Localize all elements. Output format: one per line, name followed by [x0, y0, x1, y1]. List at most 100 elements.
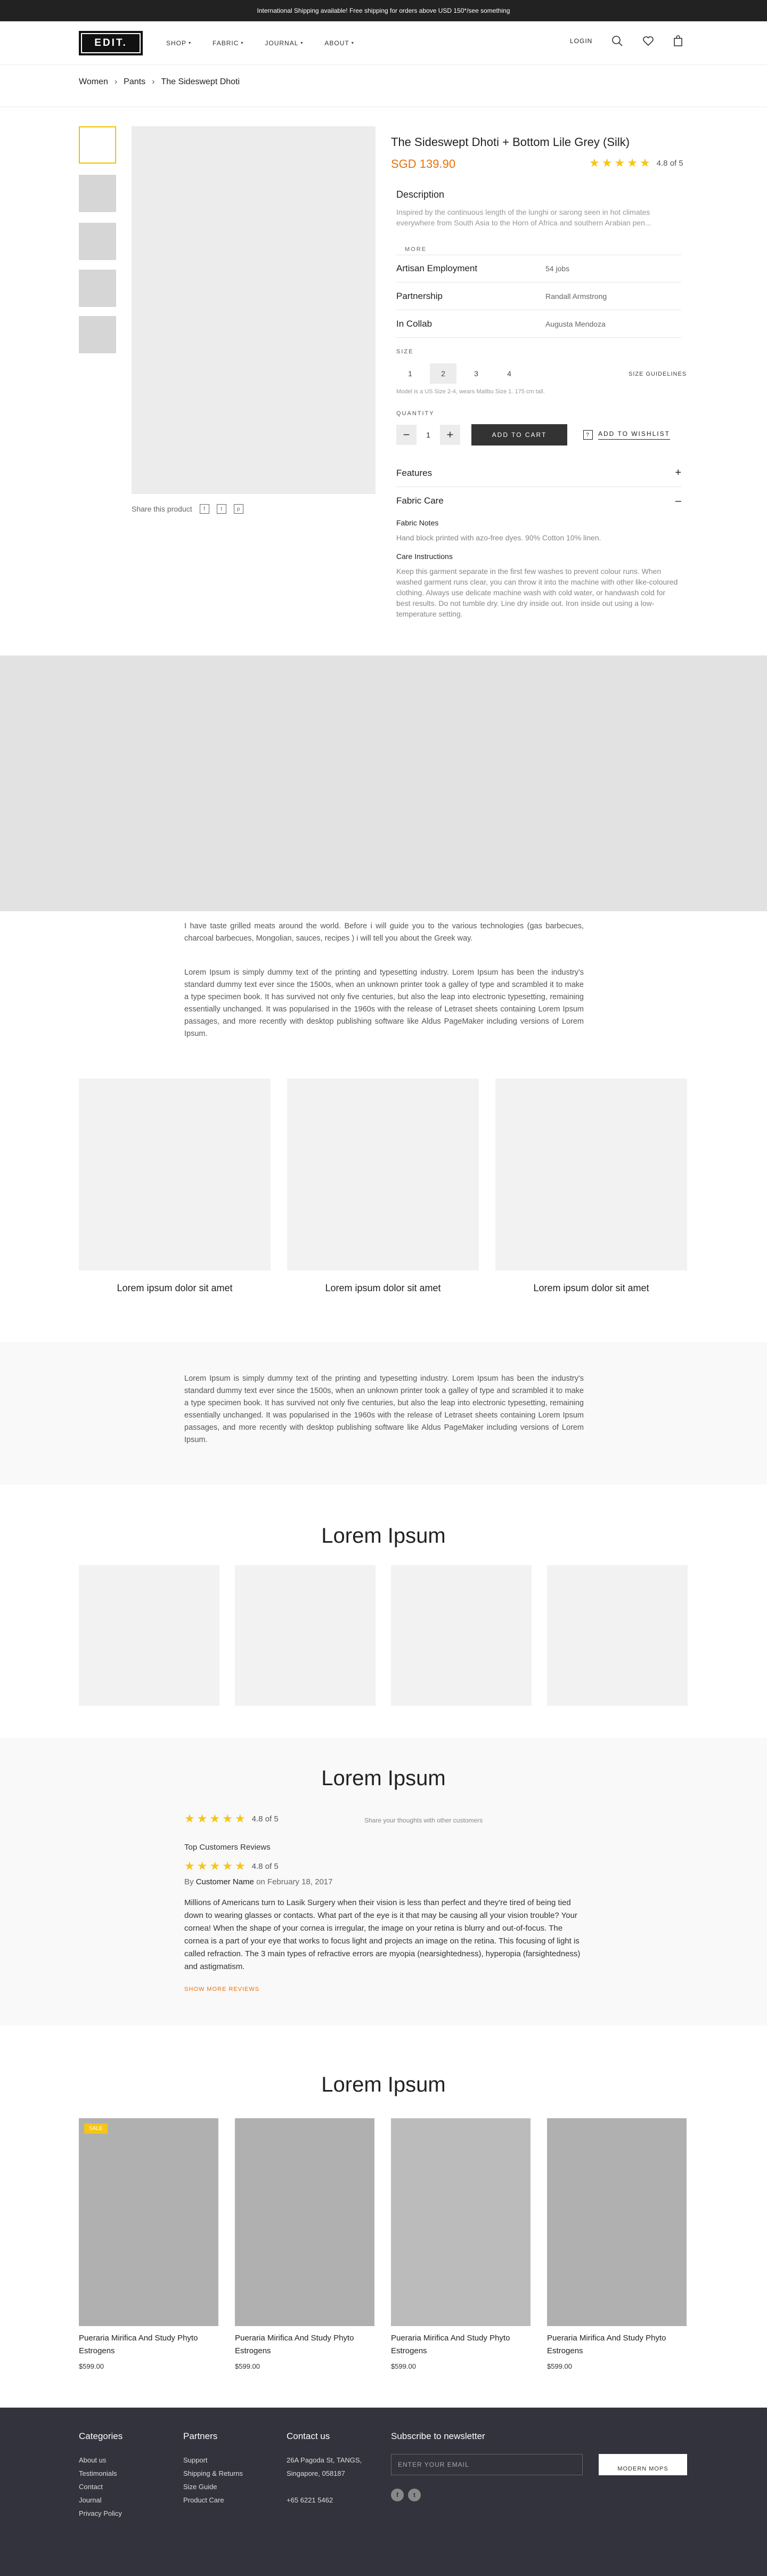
product-card-image[interactable]: [547, 2118, 687, 2326]
twitter-icon[interactable]: t: [408, 2489, 421, 2501]
footer-link[interactable]: Privacy Policy: [79, 2507, 122, 2520]
gallery-image-1[interactable]: [79, 1565, 219, 1706]
product-card-price: $599.00: [79, 2362, 104, 2370]
pinterest-icon[interactable]: p: [233, 504, 243, 514]
heart-icon[interactable]: [642, 36, 654, 46]
size-option-3[interactable]: 3: [462, 363, 490, 384]
chevron-down-icon: ▾: [189, 40, 192, 45]
footer-link[interactable]: Product Care: [183, 2493, 243, 2507]
chevron-right-icon: ›: [152, 77, 155, 86]
phone-number[interactable]: +65 6221 5462: [287, 2493, 362, 2507]
care-title: Care Instructions: [396, 552, 453, 561]
plus-button[interactable]: +: [439, 425, 460, 445]
quantity-stepper: − 1 +: [396, 424, 460, 445]
attribute-row: Partnership Randall Armstrong: [396, 282, 681, 310]
facebook-icon[interactable]: f: [391, 2489, 404, 2501]
review-text: Millions of Americans turn to Lasik Surg…: [184, 1898, 581, 1971]
main-nav: EDIT. SHOP ▾ FABRIC ▾ JOURNAL ▾ ABOUT ▾ LOGI…: [0, 21, 767, 65]
chevron-down-icon: ▾: [241, 40, 244, 45]
gallery-image-2[interactable]: [235, 1565, 376, 1706]
star-icon: ★: [627, 156, 638, 169]
breadcrumb: Women › Pants › The Sideswept Dhoti: [79, 77, 240, 87]
attribute-row: In Collab Augusta Mendoza: [396, 310, 681, 338]
share-thoughts-link[interactable]: Share your thoughts with other customers: [364, 1817, 483, 1824]
attribute-value: Augusta Mendoza: [545, 319, 606, 328]
product-card-name[interactable]: Pueraria Mirifica And Study Phyto Estrog…: [235, 2332, 374, 2358]
footer-link[interactable]: Journal: [79, 2493, 122, 2507]
product-card-name[interactable]: Pueraria Mirifica And Study Phyto Estrog…: [391, 2332, 531, 2358]
email-input[interactable]: ENTER YOUR EMAIL: [391, 2454, 583, 2475]
footer-partners-title: Partners: [183, 2431, 218, 2441]
gallery-image-3[interactable]: [391, 1565, 532, 1706]
product-card-image[interactable]: [235, 2118, 374, 2326]
search-icon[interactable]: [611, 35, 623, 47]
subscribe-button[interactable]: MODERN MOPS: [599, 2454, 687, 2475]
star-icon: ★: [197, 1859, 208, 1873]
footer-link[interactable]: Support: [183, 2453, 243, 2467]
product-main-image[interactable]: [132, 126, 376, 494]
logo[interactable]: EDIT.: [79, 31, 143, 55]
breadcrumb-pants[interactable]: Pants: [124, 77, 145, 87]
star-icon: ★: [184, 1859, 195, 1873]
add-to-wishlist-button[interactable]: ? ADD TO WISHLIST: [583, 424, 674, 445]
minus-button[interactable]: −: [396, 425, 417, 445]
menu-shop[interactable]: SHOP ▾: [166, 39, 191, 47]
band-text: Lorem Ipsum is simply dummy text of the …: [184, 1374, 584, 1444]
product-card-name[interactable]: Pueraria Mirifica And Study Phyto Estrog…: [79, 2332, 218, 2358]
star-icon: ★: [209, 1859, 221, 1873]
menu-about[interactable]: ABOUT ▾: [324, 39, 354, 47]
footer-link[interactable]: Size Guide: [183, 2480, 243, 2493]
star-icon: ★: [184, 1812, 195, 1825]
footer-partners-list: Support Shipping & Returns Size Guide Pr…: [183, 2453, 243, 2507]
menu-fabric-label: FABRIC: [213, 39, 239, 47]
star-icon: ★: [234, 1812, 246, 1825]
menu-journal[interactable]: JOURNAL ▾: [265, 39, 303, 47]
features-title: Features: [396, 467, 433, 478]
size-option-2[interactable]: 2: [429, 363, 457, 384]
review-rating-text: 4.8 of 5: [251, 1861, 279, 1871]
more-link[interactable]: MORE: [405, 246, 427, 253]
thumbnail-1[interactable]: [79, 126, 116, 164]
product-card-name[interactable]: Pueraria Mirifica And Study Phyto Estrog…: [547, 2332, 687, 2358]
attribute-value: Randall Armstrong: [545, 291, 607, 301]
breadcrumb-women[interactable]: Women: [79, 77, 108, 87]
chevron-down-icon: ▾: [351, 40, 354, 45]
bag-icon[interactable]: [673, 35, 683, 47]
thumbnail-5[interactable]: [79, 316, 116, 353]
show-more-reviews-link[interactable]: SHOW MORE REVIEWS: [184, 1986, 259, 1992]
product-card-image[interactable]: [391, 2118, 531, 2326]
size-option-4[interactable]: 4: [495, 363, 523, 384]
footer-link[interactable]: Shipping & Returns: [183, 2467, 243, 2480]
story-tile-3[interactable]: [495, 1079, 687, 1270]
footer-link[interactable]: Testimonials: [79, 2467, 122, 2480]
add-to-cart-button[interactable]: ADD TO CART: [471, 424, 567, 445]
fabric-care-title: Fabric Care: [396, 496, 444, 506]
thumbnail-4[interactable]: [79, 270, 116, 307]
facebook-icon[interactable]: f: [199, 504, 209, 514]
wishlist-label: ADD TO WISHLIST: [598, 430, 670, 440]
description-title: Description: [396, 189, 445, 200]
twitter-icon[interactable]: t: [216, 504, 226, 514]
login-link[interactable]: LOGIN: [570, 37, 592, 45]
product-title: The Sideswept Dhoti + Bottom Lile Grey (…: [391, 135, 630, 149]
menu-fabric[interactable]: FABRIC ▾: [213, 39, 243, 47]
quantity-value[interactable]: 1: [426, 431, 430, 439]
gallery-image-4[interactable]: [547, 1565, 688, 1706]
star-icon: ★: [614, 156, 625, 169]
features-accordion[interactable]: Features +: [396, 459, 681, 487]
story-tile-1[interactable]: [79, 1079, 271, 1270]
fabric-care-accordion[interactable]: Fabric Care –: [396, 487, 681, 515]
menu-about-label: ABOUT: [324, 39, 349, 47]
review-byline: By Customer Name on February 18, 2017: [184, 1877, 333, 1886]
story-tile-2[interactable]: [287, 1079, 479, 1270]
size-guidelines-link[interactable]: SIZE GUIDELINES: [629, 371, 687, 377]
footer-link[interactable]: About us: [79, 2453, 122, 2467]
menu-shop-label: SHOP: [166, 39, 187, 47]
thumbnail-3[interactable]: [79, 223, 116, 260]
footer-link[interactable]: Contact: [79, 2480, 122, 2493]
product-card-image[interactable]: SALE: [79, 2118, 218, 2326]
product-card-price: $599.00: [547, 2362, 572, 2370]
size-option-1[interactable]: 1: [396, 363, 424, 384]
thumbnail-2[interactable]: [79, 175, 116, 212]
star-icon: ★: [197, 1812, 208, 1825]
